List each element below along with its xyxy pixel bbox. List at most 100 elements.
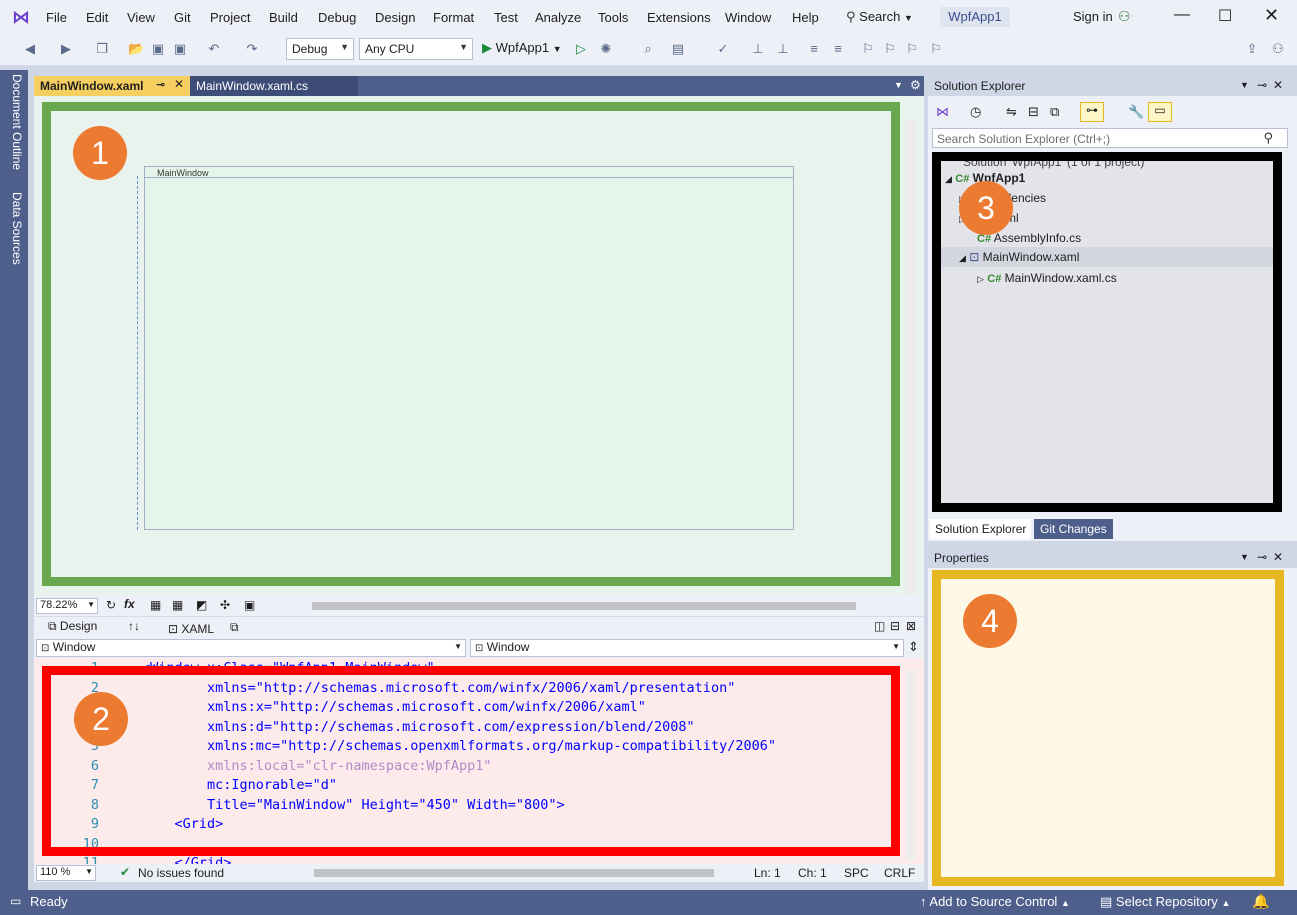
menu-git[interactable]: Git <box>174 10 191 25</box>
menu-test[interactable]: Test <box>494 10 518 25</box>
vs-logo-icon[interactable]: ⋈ <box>12 7 34 27</box>
popout-icon[interactable]: ⧉ <box>230 620 239 635</box>
solution-search-input[interactable]: Search Solution Explorer (Ctrl+;) ⚲ <box>932 128 1288 148</box>
browse-icon[interactable]: ⌕ <box>640 41 656 57</box>
sign-in-link[interactable]: Sign in <box>1073 9 1113 24</box>
tree-item-solution[interactable]: Solution 'WpfApp1' (1 of 1 project) <box>963 161 1144 169</box>
gear-icon[interactable]: ⚙ <box>910 78 921 92</box>
split-editor-icon[interactable]: ⇕ <box>908 639 919 655</box>
notifications-bell-icon[interactable]: 🔔 <box>1252 893 1269 910</box>
search-box[interactable]: ⚲ Search ▼ <box>846 6 924 28</box>
close-icon[interactable]: ✕ <box>1273 78 1283 92</box>
forward-icon[interactable]: ▶ <box>58 41 74 57</box>
chevron-down-icon[interactable]: ▼ <box>1240 552 1249 562</box>
undo-icon[interactable]: ↶ <box>206 41 222 57</box>
menu-format[interactable]: Format <box>433 10 474 25</box>
menu-build[interactable]: Build <box>269 10 298 25</box>
sync-icon[interactable]: ⇋ <box>1006 104 1017 120</box>
vertical-split-icon[interactable]: ◫ <box>874 619 885 633</box>
align-icon[interactable]: ⊥ <box>750 41 766 57</box>
tab-mainwindow-xaml[interactable]: MainWindow.xaml ⊸ ✕ <box>34 76 190 96</box>
bookmark-next-icon[interactable]: ⚐ <box>904 41 920 57</box>
menu-tools[interactable]: Tools <box>598 10 628 25</box>
show-all-files-icon[interactable]: ⧉ <box>1050 104 1059 120</box>
element-type-select[interactable]: ⊡ Window ▼ <box>36 639 466 657</box>
zoom-select[interactable]: 78.22% ▼ <box>36 598 98 614</box>
data-sources-tab[interactable]: Data Sources <box>10 192 24 265</box>
effects-icon[interactable]: fx <box>124 597 135 611</box>
element-member-select[interactable]: ⊡ Window ▼ <box>470 639 904 657</box>
save-icon[interactable]: ▣ <box>150 41 166 57</box>
pin-icon[interactable]: ⊸ <box>156 78 165 91</box>
line-ending-mode[interactable]: CRLF <box>884 866 915 880</box>
swap-panes-button[interactable]: ↑↓ <box>128 619 140 633</box>
designer-horizontal-scrollbar[interactable] <box>312 602 856 610</box>
bookmark-prev-icon[interactable]: ⚐ <box>882 41 898 57</box>
issues-status[interactable]: No issues found <box>138 866 224 880</box>
pin-icon[interactable]: ⊸ <box>1257 550 1267 564</box>
select-repository-button[interactable]: ▤ Select Repository ▲ <box>1100 894 1230 910</box>
configuration-select[interactable]: Debug ▼ <box>286 38 354 60</box>
tab-git-changes[interactable]: Git Changes <box>1034 519 1113 539</box>
tab-solution-explorer[interactable]: Solution Explorer <box>930 519 1032 539</box>
menu-edit[interactable]: Edit <box>86 10 108 25</box>
designer-window-frame[interactable]: MainWindow <box>144 166 794 530</box>
share-icon[interactable]: ⇪ <box>1244 41 1260 57</box>
tree-item-mainwindow-xaml-cs[interactable]: ▷ C# MainWindow.xaml.cs <box>977 271 1117 285</box>
horizontal-split-icon[interactable]: ⊟ <box>890 619 900 633</box>
indent-icon[interactable]: ≡ <box>806 41 822 57</box>
column-number[interactable]: Ch: 1 <box>798 866 827 880</box>
line-number[interactable]: Ln: 1 <box>754 866 781 880</box>
start-without-debug-icon[interactable]: ▷ <box>573 41 589 57</box>
tree-item-mainwindow-xaml[interactable]: ◢ ⊡ MainWindow.xaml <box>941 247 1273 267</box>
designer-vertical-scrollbar[interactable] <box>906 118 916 596</box>
xaml-code-editor[interactable]: 1 <Window x:Class="WpfApp1.MainWindow" 2 x… <box>34 658 924 864</box>
outdent-icon[interactable]: ≡ <box>830 41 846 57</box>
save-all-icon[interactable]: ▣ <box>172 41 188 57</box>
refresh-icon[interactable]: ↻ <box>106 598 116 612</box>
menu-project[interactable]: Project <box>210 10 250 25</box>
document-outline-tab[interactable]: Document Outline <box>10 74 24 170</box>
minimize-icon[interactable]: — <box>1174 6 1190 24</box>
menu-window[interactable]: Window <box>725 10 771 25</box>
start-debug-button[interactable]: ▶ WpfApp1 ▼ <box>482 40 562 58</box>
filter-icon[interactable]: ⊶ <box>1080 102 1104 122</box>
collapse-all-icon[interactable]: ⊟ <box>1028 104 1039 120</box>
bookmark-clear-icon[interactable]: ⚐ <box>928 41 944 57</box>
pin-icon[interactable]: ⊸ <box>1257 78 1267 92</box>
collapse-pane-icon[interactable]: ⊠ <box>906 619 916 633</box>
menu-debug[interactable]: Debug <box>318 10 356 25</box>
align-icon-2[interactable]: ⊥ <box>775 41 791 57</box>
code-vertical-scrollbar[interactable] <box>906 670 916 860</box>
xaml-designer-surface[interactable]: MainWindow 1 <box>34 96 924 598</box>
feedback-icon[interactable]: ⚇ <box>1270 41 1286 57</box>
close-icon[interactable]: ✕ <box>174 77 184 91</box>
menu-design[interactable]: Design <box>375 10 415 25</box>
chevron-down-icon[interactable]: ▼ <box>1240 80 1249 90</box>
account-icon[interactable]: ⚇ <box>1118 8 1131 25</box>
menu-file[interactable]: File <box>46 10 67 25</box>
spellcheck-icon[interactable]: ✓ <box>715 41 731 57</box>
chevron-down-icon[interactable]: ▼ <box>894 80 903 90</box>
hot-reload-icon[interactable]: ✺ <box>598 41 614 57</box>
properties-wrench-icon[interactable]: 🔧 <box>1128 104 1144 120</box>
snap-grid-icon[interactable]: ▦ <box>172 598 183 612</box>
open-folder-icon[interactable]: 📂 <box>128 41 144 57</box>
vs-solution-icon[interactable]: ⋈ <box>936 104 949 120</box>
history-icon[interactable]: ◷ <box>970 104 981 120</box>
redo-icon[interactable]: ↷ <box>244 41 260 57</box>
editor-zoom-select[interactable]: 110 % ▼ <box>36 865 96 881</box>
back-icon[interactable]: ◀ <box>22 41 38 57</box>
menu-extensions[interactable]: Extensions <box>647 10 711 25</box>
tab-design[interactable]: ⧉ Design <box>48 619 97 634</box>
platform-select[interactable]: Any CPU ▼ <box>359 38 473 60</box>
grid-icon[interactable]: ▦ <box>150 598 161 612</box>
menu-help[interactable]: Help <box>792 10 819 25</box>
whitespace-mode[interactable]: SPC <box>844 866 869 880</box>
menu-analyze[interactable]: Analyze <box>535 10 581 25</box>
bookmark-icon[interactable]: ⚐ <box>860 41 876 57</box>
project-code-icon[interactable]: ▣ <box>244 598 255 612</box>
editor-horizontal-scrollbar[interactable] <box>314 869 714 877</box>
preview-icon[interactable]: ▭ <box>1148 102 1172 122</box>
add-to-source-control-button[interactable]: ↑ Add to Source Control ▲ <box>920 894 1070 909</box>
